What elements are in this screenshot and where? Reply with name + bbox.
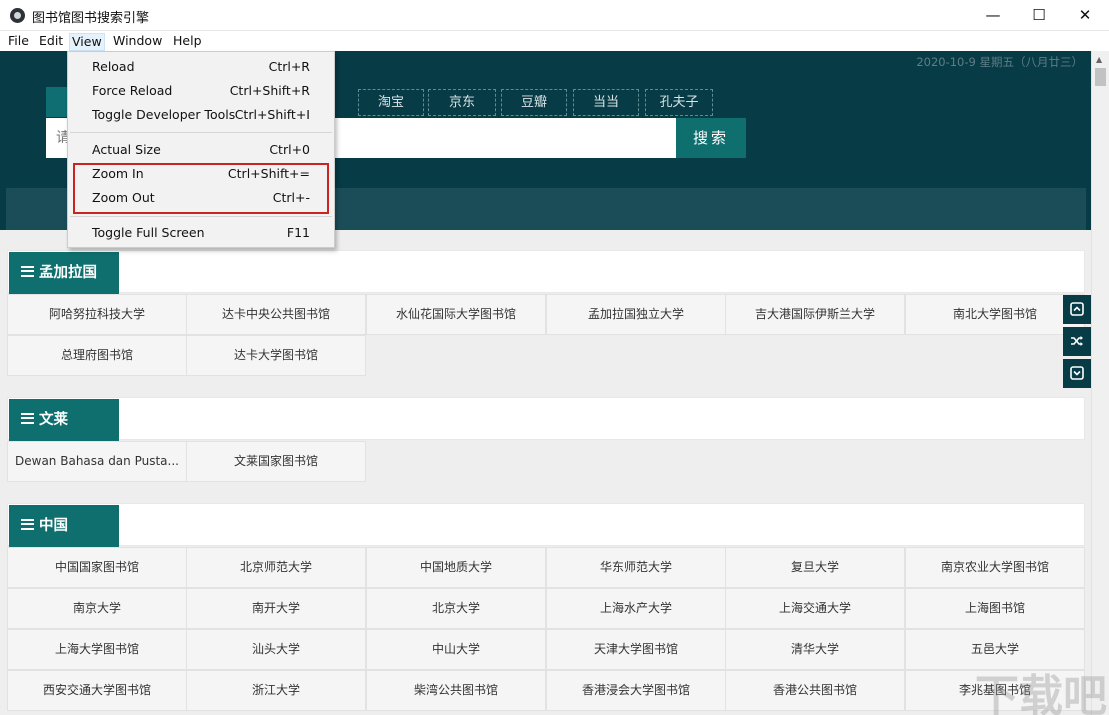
section-header: 文莱	[7, 397, 1085, 441]
library-item[interactable]: 北京师范大学	[186, 547, 366, 588]
random-button[interactable]	[1063, 327, 1091, 356]
section-title-text: 文莱	[39, 412, 68, 428]
list-icon	[21, 265, 34, 277]
menu-item-force-reload[interactable]: Force Reload Ctrl+Shift+R	[68, 79, 334, 103]
scroll-top-button[interactable]	[1063, 295, 1091, 324]
menu-bar: File Edit View Window Help	[0, 31, 1109, 51]
vertical-scrollbar[interactable]: ▲	[1091, 51, 1109, 715]
menu-file[interactable]: File	[6, 33, 31, 51]
library-item[interactable]: 香港浸会大学图书馆	[546, 670, 726, 711]
library-item[interactable]: 南开大学	[186, 588, 366, 629]
library-item[interactable]: 上海交通大学	[725, 588, 905, 629]
library-item[interactable]: 浙江大学	[186, 670, 366, 711]
library-item[interactable]: 天津大学图书馆	[546, 629, 726, 670]
library-item[interactable]: 中山大学	[366, 629, 546, 670]
list-icon	[21, 518, 34, 530]
library-item[interactable]: 汕头大学	[186, 629, 366, 670]
section-header: 孟加拉国	[7, 250, 1085, 294]
menu-window[interactable]: Window	[111, 33, 164, 51]
tab-kongfuzi[interactable]: 孔夫子	[645, 89, 713, 116]
library-item[interactable]: 水仙花国际大学图书馆	[366, 294, 546, 335]
library-item[interactable]: 中国地质大学	[366, 547, 546, 588]
library-item[interactable]: 中国国家图书馆	[7, 547, 187, 588]
library-item[interactable]: 华东师范大学	[546, 547, 726, 588]
menu-item-label: Toggle Developer Tools	[92, 107, 236, 122]
menu-item-shortcut: Ctrl+Shift+I	[234, 107, 310, 122]
menu-item-label: Actual Size	[92, 142, 161, 157]
menu-item-label: Reload	[92, 59, 135, 74]
library-item[interactable]: 南京大学	[7, 588, 187, 629]
search-button[interactable]: 搜索	[676, 118, 746, 158]
top-icon	[1070, 302, 1084, 316]
library-item[interactable]: 复旦大学	[725, 547, 905, 588]
library-item[interactable]: 清华大学	[725, 629, 905, 670]
list-icon	[21, 412, 34, 424]
bottom-icon	[1070, 366, 1084, 380]
tab-library[interactable]	[46, 87, 68, 117]
zoom-highlight-box	[73, 163, 329, 214]
shuffle-icon	[1071, 336, 1083, 346]
menu-help[interactable]: Help	[171, 33, 204, 51]
window-title: 图书馆图书搜索引擎	[32, 11, 150, 26]
menu-item-label: Toggle Full Screen	[92, 225, 205, 240]
menu-item-toggle-devtools[interactable]: Toggle Developer Tools Ctrl+Shift+I	[68, 103, 334, 127]
scroll-thumb[interactable]	[1095, 68, 1106, 86]
library-item[interactable]: 西安交通大学图书馆	[7, 670, 187, 711]
menu-separator	[70, 132, 332, 133]
menu-item-shortcut: Ctrl+Shift+R	[229, 83, 310, 98]
library-item[interactable]: 香港公共图书馆	[725, 670, 905, 711]
library-item[interactable]: 吉大港国际伊斯兰大学	[725, 294, 905, 335]
library-item[interactable]: 孟加拉国独立大学	[546, 294, 726, 335]
section-header: 中国	[7, 503, 1085, 547]
watermark: 下载吧	[975, 671, 1107, 715]
scroll-up-icon[interactable]: ▲	[1096, 55, 1102, 64]
library-item[interactable]: 上海图书馆	[905, 588, 1085, 629]
library-item[interactable]: 北京大学	[366, 588, 546, 629]
menu-item-shortcut: Ctrl+0	[269, 142, 310, 157]
library-item[interactable]: 达卡大学图书馆	[186, 335, 366, 376]
library-item[interactable]: Dewan Bahasa dan Pusta...	[7, 441, 187, 482]
tab-dangdang[interactable]: 当当	[573, 89, 639, 116]
library-item[interactable]: 阿哈努拉科技大学	[7, 294, 187, 335]
library-item[interactable]: 文莱国家图书馆	[186, 441, 366, 482]
library-item[interactable]: 达卡中央公共图书馆	[186, 294, 366, 335]
menu-separator	[70, 216, 332, 217]
library-item[interactable]: 柴湾公共图书馆	[366, 670, 546, 711]
library-item[interactable]: 上海大学图书馆	[7, 629, 187, 670]
view-menu-dropdown: Reload Ctrl+R Force Reload Ctrl+Shift+R …	[67, 51, 335, 248]
section-title-text: 中国	[39, 518, 68, 534]
section-title-text: 孟加拉国	[39, 265, 97, 281]
section-title: 中国	[9, 505, 119, 547]
section-title: 孟加拉国	[9, 252, 119, 294]
library-item[interactable]: 南京农业大学图书馆	[905, 547, 1085, 588]
title-bar: 图书馆图书搜索引擎 — ☐ ✕	[0, 0, 1109, 31]
library-item[interactable]: 总理府图书馆	[7, 335, 187, 376]
tab-douban[interactable]: 豆瓣	[501, 89, 567, 116]
minimize-button[interactable]: —	[970, 0, 1016, 31]
maximize-button[interactable]: ☐	[1016, 0, 1062, 31]
library-item[interactable]: 南北大学图书馆	[905, 294, 1085, 335]
menu-item-actual-size[interactable]: Actual Size Ctrl+0	[68, 138, 334, 162]
menu-item-shortcut: Ctrl+R	[268, 59, 310, 74]
menu-item-label: Force Reload	[92, 83, 173, 98]
library-item[interactable]: 上海水产大学	[546, 588, 726, 629]
menu-item-shortcut: F11	[286, 225, 310, 240]
section-title: 文莱	[9, 399, 119, 441]
menu-edit[interactable]: Edit	[37, 33, 65, 51]
tab-jingdong[interactable]: 京东	[428, 89, 496, 116]
menu-view[interactable]: View	[69, 33, 105, 51]
scroll-bottom-button[interactable]	[1063, 359, 1091, 388]
menu-item-reload[interactable]: Reload Ctrl+R	[68, 55, 334, 79]
tab-taobao[interactable]: 淘宝	[358, 89, 424, 116]
close-button[interactable]: ✕	[1062, 0, 1108, 31]
app-icon	[10, 8, 25, 23]
menu-item-full-screen[interactable]: Toggle Full Screen F11	[68, 221, 334, 245]
date-display: 2020-10-9 星期五（八月廿三）	[916, 55, 1083, 69]
